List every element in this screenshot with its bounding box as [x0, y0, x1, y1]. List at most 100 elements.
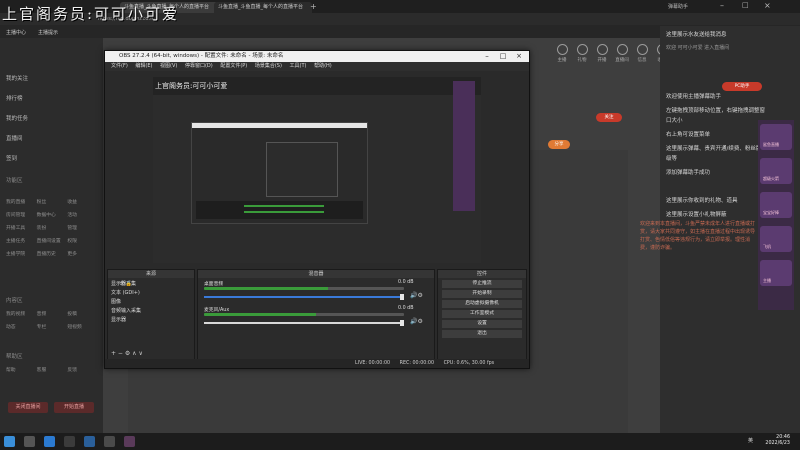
- grid-item[interactable]: 主播任务: [6, 237, 37, 244]
- grid-item[interactable]: 专栏: [37, 323, 68, 330]
- menu-file[interactable]: 文件(F): [111, 62, 128, 71]
- icon-label: 主播: [557, 58, 567, 63]
- grid-item[interactable]: 数据中心: [37, 211, 68, 218]
- sidebar-item-room[interactable]: 直播间: [6, 134, 23, 142]
- pc-assistant-pill[interactable]: PC助手: [722, 82, 762, 91]
- help-line: 这里展示你收到的礼物、道具: [666, 198, 738, 204]
- app-icon[interactable]: [124, 436, 135, 447]
- studio-mode-button[interactable]: 工作室模式: [442, 310, 522, 318]
- grid-item[interactable]: 主播学院: [6, 250, 37, 257]
- panel-header: 这里展示水友送给我消息: [666, 32, 727, 38]
- grid-item[interactable]: 动态: [6, 323, 37, 330]
- grid-item[interactable]: 客服: [37, 366, 68, 373]
- sources-header: 来源: [108, 270, 194, 278]
- edge-icon[interactable]: [44, 436, 55, 447]
- grid-item[interactable]: 装扮: [37, 224, 68, 231]
- settings-button[interactable]: 设置: [442, 320, 522, 328]
- grid-item[interactable]: 我的直播: [6, 198, 37, 205]
- bookmark-2[interactable]: 主播提示: [38, 29, 58, 36]
- grid-item[interactable]: 帮助: [6, 366, 37, 373]
- close-button[interactable]: ×: [764, 1, 771, 10]
- controls-dock: 控件 停止推流 开始录制 启动虚拟摄像机 工作室模式 设置 退出: [437, 269, 527, 363]
- grid-item[interactable]: 管理: [67, 224, 98, 231]
- grid-item[interactable]: 活动: [67, 211, 98, 218]
- start-record-button[interactable]: 开始录制: [442, 290, 522, 298]
- grid-item[interactable]: 房间管理: [6, 211, 37, 218]
- icon-message[interactable]: 信息: [633, 44, 651, 68]
- obs-minimize-button[interactable]: –: [479, 51, 495, 62]
- icon-live[interactable]: 开播: [593, 44, 611, 68]
- maximize-button[interactable]: □: [742, 1, 749, 9]
- icon-gift[interactable]: 礼物: [573, 44, 591, 68]
- start-icon[interactable]: [4, 436, 15, 447]
- follow-pill[interactable]: 关注: [596, 113, 622, 122]
- grid-item[interactable]: 投稿: [67, 310, 98, 317]
- grid-item[interactable]: 直播间设置: [37, 237, 68, 244]
- mixer-track-db: 0.0 dB: [398, 306, 414, 311]
- source-item[interactable]: 显示器采集 👁🔒: [111, 280, 136, 288]
- source-label: 音频输入采集: [111, 308, 142, 314]
- source-item[interactable]: 文本 (GDI+): [111, 289, 191, 297]
- source-item[interactable]: 音频输入采集: [111, 307, 191, 315]
- gift-card[interactable]: 鲨鱼直播: [760, 124, 792, 150]
- browser-tab-2[interactable]: 斗鱼直播_斗鱼直播_每个人的直播平台: [214, 2, 312, 13]
- sidebar-item-follow[interactable]: 我的关注: [6, 74, 28, 82]
- speaker-icon[interactable]: 🔊⚙: [410, 292, 423, 299]
- obs-icon[interactable]: [104, 436, 115, 447]
- volume-slider[interactable]: [204, 294, 404, 300]
- grid-item[interactable]: 收益: [67, 198, 98, 205]
- sidebar-item-signin[interactable]: 签到: [6, 154, 17, 162]
- minimize-button[interactable]: –: [720, 1, 724, 10]
- icon-anchor[interactable]: 主播: [553, 44, 571, 68]
- slider-knob[interactable]: [400, 294, 404, 300]
- gift-card[interactable]: 飞机: [760, 226, 792, 252]
- nested-overlay-title: 上官阁务员:可可小可爱: [155, 82, 228, 90]
- new-tab-button[interactable]: +: [310, 2, 317, 11]
- slider-knob[interactable]: [400, 320, 404, 326]
- eye-lock-icon[interactable]: 👁🔒: [119, 280, 132, 288]
- stop-stream-button[interactable]: 停止推流: [442, 280, 522, 288]
- obs-preview[interactable]: 上官阁务员:可可小可爱: [153, 77, 481, 263]
- icon-room[interactable]: 直播间: [613, 44, 631, 68]
- grid-item[interactable]: 反馈: [67, 366, 98, 373]
- grid-item[interactable]: 权限: [67, 237, 98, 244]
- grid-item[interactable]: 我的视频: [6, 310, 37, 317]
- grid-item[interactable]: 粉丝: [37, 198, 68, 205]
- menu-tools[interactable]: 工具(T): [290, 62, 307, 71]
- start-live-button[interactable]: 开始直播: [54, 402, 94, 413]
- gift-card[interactable]: 超级火箭: [760, 158, 792, 184]
- sidebar-item-task[interactable]: 我的任务: [6, 114, 28, 122]
- gift-card[interactable]: 宝宝好棒: [760, 192, 792, 218]
- grid-item[interactable]: 直播历史: [37, 250, 68, 257]
- gift-card[interactable]: 主播: [760, 260, 792, 286]
- menu-profile[interactable]: 配置文件(P): [220, 62, 247, 71]
- source-item[interactable]: 显示器: [111, 316, 191, 324]
- search-icon[interactable]: [24, 436, 35, 447]
- obs-titlebar[interactable]: OBS 27.2.4 (64-bit, windows) - 配置文件: 未命名…: [105, 51, 529, 62]
- volume-slider[interactable]: [204, 320, 404, 326]
- menu-scene-collection[interactable]: 场景集合(S): [255, 62, 282, 71]
- source-item[interactable]: 图像: [111, 298, 191, 306]
- obs-close-button[interactable]: ×: [511, 51, 527, 62]
- add-source-button[interactable]: + − ⚙ ∧ ∨: [111, 350, 143, 357]
- nested-screen: 上官阁务员:可可小可爱: [153, 77, 481, 263]
- share-pill[interactable]: 分享: [548, 140, 570, 149]
- close-room-button[interactable]: 关闭直播间: [8, 402, 48, 413]
- speaker-icon[interactable]: 🔊⚙: [410, 318, 423, 325]
- grid-item[interactable]: 更多: [67, 250, 98, 257]
- virtual-camera-button[interactable]: 启动虚拟摄像机: [442, 300, 522, 308]
- menu-view[interactable]: 视图(V): [160, 62, 177, 71]
- grid-item[interactable]: 短视频: [67, 323, 98, 330]
- menu-edit[interactable]: 编辑(E): [135, 62, 152, 71]
- taskbar-clock[interactable]: 20:46 2022/6/23: [750, 435, 790, 447]
- steam-icon[interactable]: [64, 436, 75, 447]
- sidebar-item-rank[interactable]: 排行榜: [6, 94, 23, 102]
- grid-item[interactable]: 音频: [37, 310, 68, 317]
- menu-help[interactable]: 帮助(H): [314, 62, 332, 71]
- grid-item[interactable]: 开播工具: [6, 224, 37, 231]
- menu-docks[interactable]: 停靠窗口(D): [185, 62, 213, 71]
- obs-maximize-button[interactable]: □: [495, 51, 511, 62]
- exit-button[interactable]: 退出: [442, 330, 522, 338]
- douyu-icon[interactable]: [84, 436, 95, 447]
- bookmark-1[interactable]: 主播中心: [6, 29, 26, 36]
